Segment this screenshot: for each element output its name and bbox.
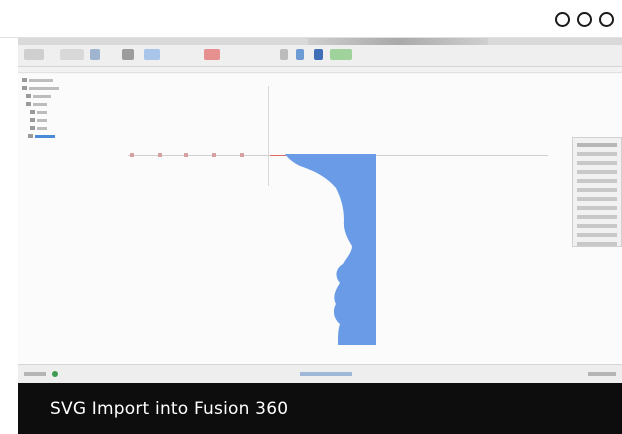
tick-mark [184, 153, 188, 157]
circle-icon[interactable] [577, 12, 592, 27]
tool-icon[interactable] [144, 49, 160, 60]
menu-icon[interactable] [24, 49, 44, 60]
tree-item-selected[interactable] [22, 133, 82, 139]
circle-icon[interactable] [555, 12, 570, 27]
face-profile-icon[interactable] [280, 154, 376, 346]
tool-icon[interactable] [296, 49, 304, 60]
fusion-screenshot [18, 38, 622, 383]
tool-icon[interactable] [122, 49, 134, 60]
status-indicator-icon [52, 371, 58, 377]
tool-icon[interactable] [204, 49, 220, 60]
app-title-bar [18, 38, 622, 45]
toolbar-ribbon [18, 45, 622, 67]
navigation-bar[interactable] [300, 372, 352, 376]
tick-mark [212, 153, 216, 157]
status-item [24, 372, 46, 376]
header-bar [0, 0, 622, 38]
window-controls [555, 12, 614, 27]
status-item [588, 372, 616, 376]
caption-bar: SVG Import into Fusion 360 [18, 383, 622, 434]
tick-mark [158, 153, 162, 157]
caption-text: SVG Import into Fusion 360 [50, 399, 289, 419]
finish-sketch-button[interactable] [330, 49, 352, 60]
status-bar [18, 364, 622, 383]
tool-icon[interactable] [60, 49, 84, 60]
tool-icon[interactable] [280, 49, 288, 60]
ribbon-tabs [18, 67, 622, 73]
design-canvas[interactable] [18, 74, 622, 364]
tool-icon[interactable] [90, 49, 100, 60]
circle-icon[interactable] [599, 12, 614, 27]
vertical-axis [268, 86, 269, 186]
tick-mark [130, 153, 134, 157]
tick-mark [240, 153, 244, 157]
tool-icon[interactable] [314, 49, 323, 60]
browser-tree [22, 77, 82, 141]
sketch-palette-panel[interactable] [572, 137, 622, 247]
